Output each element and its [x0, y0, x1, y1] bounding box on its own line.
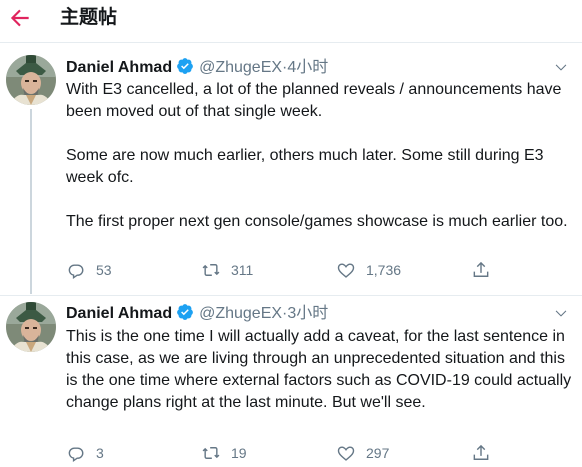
tweet-text: With E3 cancelled, a lot of the planned …: [66, 79, 572, 233]
avatar-image: [6, 302, 56, 352]
avatar[interactable]: [6, 55, 56, 105]
reply-button[interactable]: 3: [66, 442, 104, 464]
heart-icon: [337, 263, 355, 278]
like-button[interactable]: 1,736: [336, 259, 401, 281]
reply-icon: [68, 447, 84, 463]
tweet-author-row: Daniel Ahmad @ZhugeEX·3小时: [66, 303, 328, 323]
display-name[interactable]: Daniel Ahmad: [66, 305, 172, 322]
share-icon: [473, 444, 489, 460]
tweet-author-row: Daniel Ahmad @ZhugeEX·4小时: [66, 57, 328, 77]
share-button[interactable]: [471, 259, 491, 281]
user-handle[interactable]: @ZhugeEX: [199, 305, 282, 322]
share-icon: [473, 261, 489, 277]
display-name[interactable]: Daniel Ahmad: [66, 59, 172, 76]
page-title: 主题帖: [60, 7, 118, 28]
tweet-paragraph: This is the one time I will actually add…: [66, 328, 572, 411]
verified-badge-icon: [177, 58, 193, 74]
tweet[interactable]: Daniel Ahmad @ZhugeEX·3小时 This is the one…: [0, 295, 582, 467]
retweet-icon: [202, 264, 220, 276]
share-button[interactable]: [471, 442, 491, 464]
reply-count: 3: [96, 445, 104, 461]
user-handle[interactable]: @ZhugeEX: [199, 59, 282, 76]
heart-icon: [337, 446, 355, 461]
retweet-count: 19: [231, 445, 247, 461]
thread-connector: [30, 109, 32, 294]
avatar[interactable]: [6, 302, 56, 352]
tweet-paragraph: With E3 cancelled, a lot of the planned …: [66, 81, 562, 120]
retweet-button[interactable]: 311: [201, 259, 253, 281]
reply-button[interactable]: 53: [66, 259, 112, 281]
top-bar: 主题帖: [0, 0, 582, 43]
timestamp[interactable]: 3小时: [287, 305, 328, 322]
tweet-actions: 3 19 297: [66, 442, 566, 464]
retweet-count: 311: [231, 262, 254, 278]
like-count: 297: [366, 445, 390, 461]
tweet-actions: 53 311 1,736: [66, 259, 566, 281]
back-arrow-icon[interactable]: [7, 5, 33, 31]
tweet[interactable]: Daniel Ahmad @ZhugeEX·4小时 With E3 cancell…: [0, 43, 582, 294]
reply-count: 53: [96, 262, 112, 278]
like-button[interactable]: 297: [336, 442, 389, 464]
reply-icon: [68, 264, 84, 280]
tweet-text: This is the one time I will actually add…: [66, 326, 572, 414]
like-count: 1,736: [366, 262, 402, 278]
chevron-down-icon[interactable]: [552, 304, 570, 322]
tweet-paragraph: Some are now much earlier, others much l…: [66, 147, 544, 186]
retweet-button[interactable]: 19: [201, 442, 247, 464]
avatar-image: [6, 55, 56, 105]
chevron-down-icon[interactable]: [552, 58, 570, 76]
retweet-icon: [202, 447, 220, 459]
verified-badge-icon: [177, 304, 193, 320]
tweet-paragraph: The first proper next gen console/games …: [66, 213, 568, 230]
timestamp[interactable]: 4小时: [287, 59, 328, 76]
